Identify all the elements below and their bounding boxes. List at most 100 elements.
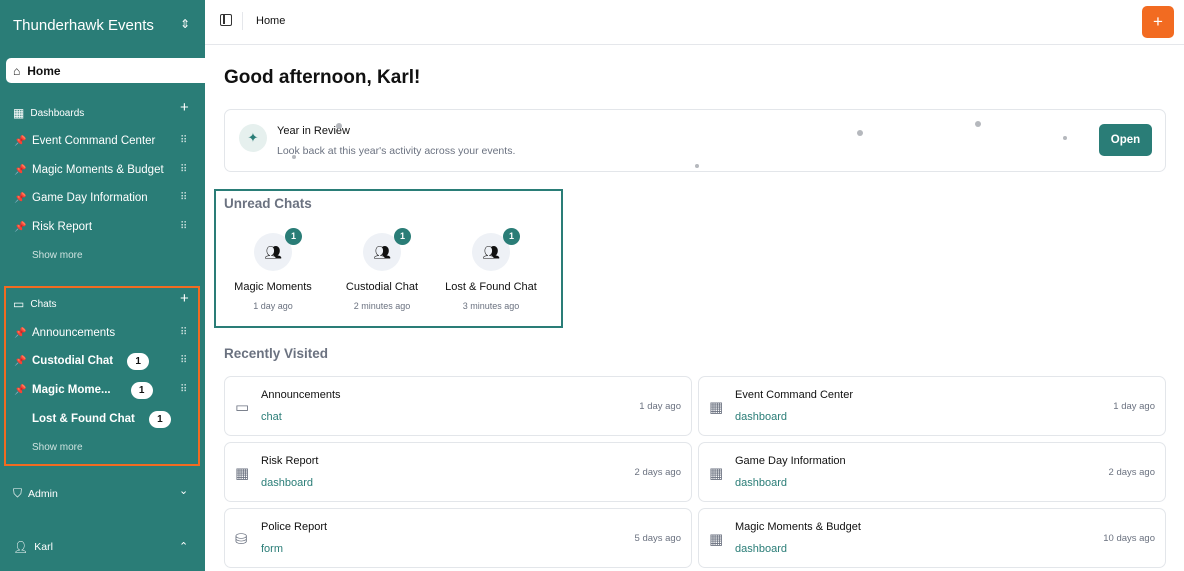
grid-icon: ▦	[13, 106, 25, 120]
home-label: Home	[27, 63, 61, 78]
confetti-dot	[1063, 136, 1067, 140]
chat-name: Custodial Chat	[345, 281, 419, 293]
sidebar-item-chat[interactable]: 📌 Announcements	[14, 324, 115, 342]
unread-count: 1	[394, 228, 411, 245]
pin-icon: 📌	[14, 384, 27, 396]
item-kind: dashboard	[735, 411, 787, 423]
item-time: 1 day ago	[1113, 401, 1155, 412]
item-time: 10 days ago	[1103, 533, 1155, 544]
unread-chats-section: Unread Chats 👥︎ 1 Magic Moments 1 day ago 👥…	[214, 189, 563, 328]
recent-item[interactable]: ▭ Announcements chat 1 day ago	[224, 376, 692, 436]
unread-chat-card[interactable]: 👥︎ 1 Magic Moments 1 day ago	[218, 228, 328, 311]
item-name: Risk Report	[261, 455, 319, 467]
recent-item[interactable]: ▦ Risk Report dashboard 2 days ago	[224, 442, 692, 502]
drag-handle-icon[interactable]: ⠿	[180, 221, 187, 232]
users-icon: 👥︎	[482, 243, 500, 260]
item-label: Magic Mome...	[32, 384, 111, 396]
confetti-dot	[975, 121, 981, 127]
users-icon: 👥︎	[264, 243, 282, 260]
user-menu[interactable]: 👤︎ Karl	[13, 540, 53, 554]
sidebar-item-dashboard[interactable]: 📌 Risk Report	[14, 218, 92, 236]
chat-icon: ▭	[235, 399, 250, 416]
database-icon: ⛁	[235, 531, 248, 548]
confetti-dot	[292, 155, 296, 159]
item-name: Event Command Center	[735, 389, 853, 401]
chevron-updown-icon[interactable]: ⇕	[180, 17, 190, 31]
item-time: 2 days ago	[1108, 467, 1155, 478]
unread-badge: 1	[130, 381, 153, 399]
user-name: Karl	[34, 541, 53, 553]
item-kind: dashboard	[261, 477, 313, 489]
recent-item[interactable]: ▦ Event Command Center dashboard 1 day ago	[698, 376, 1166, 436]
add-dashboard-button[interactable]: +	[180, 99, 189, 116]
chat-icon: ▭	[13, 297, 25, 311]
drag-handle-icon[interactable]: ⠿	[180, 135, 187, 146]
confetti-dot	[695, 164, 699, 168]
sidebar-item-dashboard[interactable]: 📌 Event Command Center	[14, 132, 155, 150]
drag-handle-icon[interactable]: ⠿	[180, 355, 187, 366]
grid-icon: ▦	[709, 465, 724, 482]
drag-handle-icon[interactable]: ⠿	[180, 164, 187, 175]
item-kind: form	[261, 543, 283, 555]
item-name: Magic Moments & Budget	[735, 521, 861, 533]
unread-chat-card[interactable]: 👥︎ 1 Lost & Found Chat 3 minutes ago	[436, 228, 546, 311]
sidebar-toggle-icon[interactable]	[220, 14, 232, 26]
sidebar-item-chat[interactable]: Lost & Found Chat 1	[32, 410, 171, 428]
item-label: Announcements	[32, 327, 116, 339]
divider	[242, 12, 243, 30]
item-time: 5 days ago	[634, 533, 681, 544]
item-kind: dashboard	[735, 477, 787, 489]
open-button[interactable]: Open	[1099, 124, 1152, 156]
item-name: Announcements	[261, 389, 341, 401]
item-label: Magic Moments & Budget	[32, 164, 164, 176]
chats-label: Chats	[30, 298, 57, 310]
drag-handle-icon[interactable]: ⠿	[180, 327, 187, 338]
pin-icon: 📌	[14, 221, 27, 233]
sidebar-item-admin[interactable]: ⛉ Admin	[13, 486, 58, 501]
chats-section[interactable]: ▭ Chats	[13, 297, 56, 311]
drag-handle-icon[interactable]: ⠿	[180, 384, 187, 395]
chevron-down-icon[interactable]: ⌄	[179, 484, 188, 497]
item-name: Game Day Information	[735, 455, 846, 467]
drag-handle-icon[interactable]: ⠿	[180, 192, 187, 203]
page-title: Good afternoon, Karl!	[224, 67, 421, 88]
year-review-subtitle: Look back at this year's activity across…	[277, 145, 516, 157]
org-name[interactable]: Thunderhawk Events	[13, 17, 154, 34]
sidebar-item-home[interactable]: ⌂ Home	[6, 58, 205, 83]
chats-show-more[interactable]: Show more	[32, 442, 83, 453]
user-icon: 👤︎	[13, 540, 29, 554]
chat-time: 2 minutes ago	[353, 301, 411, 311]
home-icon: ⌂	[13, 63, 21, 78]
sidebar-item-dashboard[interactable]: 📌 Magic Moments & Budget	[14, 161, 164, 179]
pin-icon: 📌	[14, 355, 27, 367]
add-button[interactable]: +	[1142, 6, 1174, 38]
add-chat-button[interactable]: +	[180, 290, 189, 307]
recent-item[interactable]: ▦ Magic Moments & Budget dashboard 10 days …	[698, 508, 1166, 568]
unread-chats-title: Unread Chats	[224, 196, 312, 211]
grid-icon: ▦	[709, 531, 724, 548]
recent-item[interactable]: ▦ Game Day Information dashboard 2 days ago	[698, 442, 1166, 502]
sidebar-item-chat[interactable]: 📌 Custodial Chat 1	[14, 352, 150, 370]
users-icon: 👥︎	[373, 243, 391, 260]
sidebar-item-dashboard[interactable]: 📌 Game Day Information	[14, 189, 148, 207]
chat-name: Lost & Found Chat	[445, 281, 537, 293]
pin-icon: 📌	[14, 327, 27, 339]
dashboards-section[interactable]: ▦ Dashboards	[13, 106, 84, 120]
shield-icon: ⛉	[13, 486, 23, 500]
unread-badge: 1	[148, 410, 171, 428]
item-time: 1 day ago	[639, 401, 681, 412]
item-time: 2 days ago	[634, 467, 681, 478]
unread-chat-card[interactable]: 👥︎ 1 Custodial Chat 2 minutes ago	[327, 228, 437, 311]
item-label: Game Day Information	[32, 192, 148, 204]
chat-time: 1 day ago	[253, 301, 293, 311]
sidebar-item-chat[interactable]: 📌 Magic Mome... 1	[14, 381, 153, 399]
chevron-up-icon[interactable]: ⌃	[179, 540, 188, 553]
item-label: Risk Report	[32, 221, 93, 233]
dashboards-show-more[interactable]: Show more	[32, 250, 83, 261]
pin-icon: 📌	[14, 135, 27, 147]
unread-badge: 1	[127, 352, 150, 370]
breadcrumb[interactable]: Home	[256, 15, 285, 27]
item-label: Event Command Center	[32, 135, 156, 147]
recent-item[interactable]: ⛁ Police Report form 5 days ago	[224, 508, 692, 568]
plus-icon: +	[1153, 12, 1163, 31]
